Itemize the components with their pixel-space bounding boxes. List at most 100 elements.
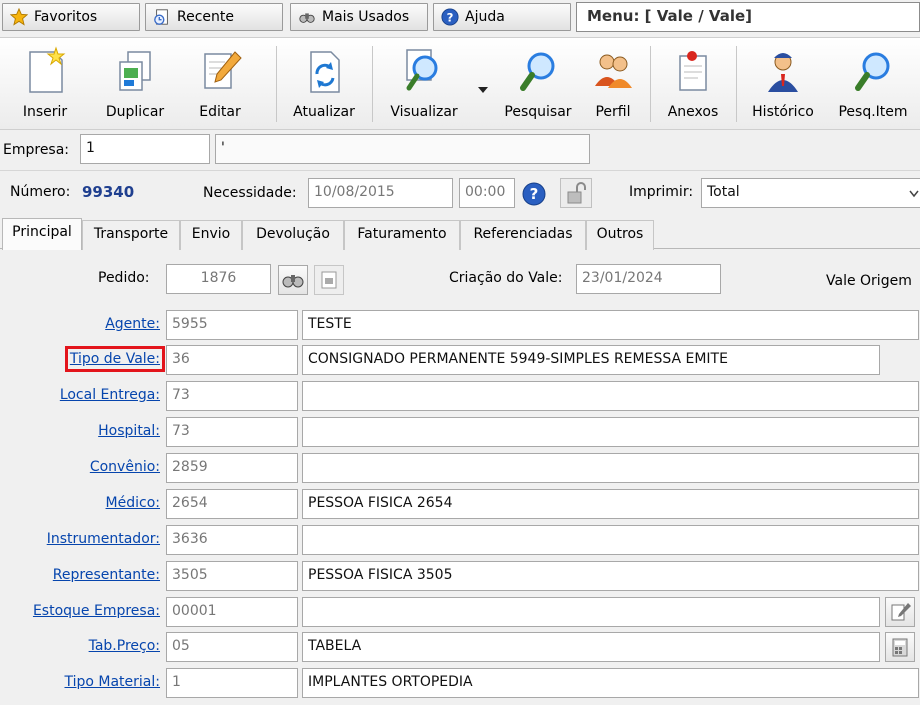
hospital-link[interactable]: Hospital:	[98, 423, 160, 439]
representante-code-input[interactable]: 3505	[166, 561, 298, 591]
atualizar-button[interactable]: Atualizar	[288, 42, 360, 126]
medico-link[interactable]: Médico:	[106, 495, 160, 511]
anexos-label: Anexos	[667, 104, 719, 120]
anexos-button[interactable]: Anexos	[660, 42, 726, 126]
visualizar-dropdown[interactable]	[478, 82, 488, 97]
atualizar-label: Atualizar	[293, 104, 355, 120]
tipo-de-vale-description-field: CONSIGNADO PERMANENTE 5949-SIMPLES REMES…	[302, 345, 880, 375]
perfil-button[interactable]: Perfil	[588, 42, 638, 126]
imprimir-select[interactable]: Total	[701, 178, 920, 208]
top-bar: Favoritos Recente Mais Usados ? Ajuda Me…	[0, 0, 920, 36]
ajuda-label: Ajuda	[465, 9, 505, 25]
toolbar: Inserir Duplicar Editar Atualizar Visual…	[0, 37, 920, 130]
empresa-code-input[interactable]: 1	[80, 134, 210, 164]
tab-envio[interactable]: Envio	[180, 220, 242, 250]
historico-button[interactable]: Histórico	[746, 42, 820, 126]
estoque-empresa-description-field	[302, 597, 880, 627]
favoritos-button[interactable]: Favoritos	[2, 3, 140, 31]
pesquisar-label: Pesquisar	[504, 104, 572, 120]
history-person-icon	[768, 53, 798, 92]
tabela-preco-button[interactable]	[885, 632, 915, 662]
estoque-edit-button[interactable]	[885, 597, 915, 627]
new-document-icon	[29, 46, 66, 93]
agente-code-input[interactable]: 5955	[166, 310, 298, 340]
pedido-input[interactable]: 1876	[166, 264, 271, 294]
vale-origem-label: Vale Origem	[826, 273, 912, 289]
tipo-material-code-input[interactable]: 1	[166, 668, 298, 698]
necessidade-date-input[interactable]: 10/08/2015	[308, 178, 453, 208]
agente-description-field: TESTE	[302, 310, 919, 340]
tab-devolucao[interactable]: Devolução	[242, 220, 344, 250]
binoculars-icon	[282, 275, 304, 288]
empresa-name-field: '	[215, 134, 590, 164]
tab-preco-link[interactable]: Tab.Preço:	[89, 638, 160, 654]
tab-outros[interactable]: Outros	[586, 220, 654, 250]
convenio-code-input[interactable]: 2859	[166, 453, 298, 483]
search-icon	[520, 52, 555, 91]
edit-icon	[204, 51, 242, 89]
tab-faturamento[interactable]: Faturamento	[344, 220, 460, 250]
imprimir-label: Imprimir:	[629, 184, 694, 200]
local-entrega-link[interactable]: Local Entrega:	[60, 387, 160, 403]
estoque-empresa-link[interactable]: Estoque Empresa:	[33, 603, 160, 619]
attachment-icon	[679, 51, 707, 91]
pesq-item-label: Pesq.Item	[838, 104, 908, 120]
estoque-empresa-code-input[interactable]: 00001	[166, 597, 298, 627]
chevron-down-icon	[909, 190, 919, 198]
visualizar-button[interactable]: Visualizar	[385, 42, 463, 126]
numero-value: 99340	[82, 183, 135, 201]
toolbar-separator	[372, 46, 373, 122]
tipo-de-vale-link[interactable]: Tipo de Vale:	[64, 346, 166, 372]
users-icon	[595, 54, 632, 88]
tipo-material-link[interactable]: Tipo Material:	[64, 674, 160, 690]
recente-button[interactable]: Recente	[145, 3, 283, 31]
instrumentador-description-field	[302, 525, 919, 555]
tab-preco-description-field: TABELA	[302, 632, 880, 662]
mais-usados-label: Mais Usados	[322, 9, 410, 25]
inserir-button[interactable]: Inserir	[14, 42, 76, 126]
pedido-search-button[interactable]	[278, 265, 308, 295]
tab-transporte[interactable]: Transporte	[82, 220, 180, 250]
star-icon	[10, 8, 28, 26]
recente-label: Recente	[177, 9, 234, 25]
hospital-code-input[interactable]: 73	[166, 417, 298, 447]
editar-button[interactable]: Editar	[190, 42, 250, 126]
hospital-description-field	[302, 417, 919, 447]
lock-button[interactable]	[560, 178, 592, 208]
tab-preco-code-input[interactable]: 05	[166, 632, 298, 662]
empresa-label: Empresa:	[3, 142, 70, 158]
local-entrega-code-input[interactable]: 73	[166, 381, 298, 411]
help-button[interactable]: ?	[522, 182, 546, 210]
editar-label: Editar	[199, 104, 241, 120]
menu-title: Menu: [ Vale / Vale]	[576, 2, 920, 32]
ajuda-button[interactable]: ? Ajuda	[433, 3, 571, 31]
historico-label: Histórico	[752, 104, 814, 120]
pedido-open-button[interactable]	[314, 265, 344, 295]
mais-usados-button[interactable]: Mais Usados	[290, 3, 428, 31]
tab-bar: Principal Transporte Envio Devolução Fat…	[0, 218, 920, 250]
representante-link[interactable]: Representante:	[53, 567, 160, 583]
duplicar-label: Duplicar	[105, 104, 165, 120]
visualizar-label: Visualizar	[390, 104, 458, 120]
tab-referenciadas[interactable]: Referenciadas	[460, 220, 586, 250]
header-row: Número: 99340 Necessidade: 10/08/2015 00…	[0, 170, 920, 216]
convenio-link[interactable]: Convênio:	[90, 459, 160, 475]
medico-description-field: PESSOA FISICA 2654	[302, 489, 919, 519]
agente-link[interactable]: Agente:	[105, 316, 160, 332]
tab-principal[interactable]: Principal	[2, 218, 82, 250]
instrumentador-link[interactable]: Instrumentador:	[47, 531, 160, 547]
recent-doc-icon	[154, 9, 168, 25]
representante-description-field: PESSOA FISICA 3505	[302, 561, 919, 591]
necessidade-time-input[interactable]: 00:00	[459, 178, 515, 208]
tipo-de-vale-code-input[interactable]: 36	[166, 345, 298, 375]
favoritos-label: Favoritos	[34, 9, 98, 25]
pesquisar-button[interactable]: Pesquisar	[500, 42, 576, 126]
duplicate-icon	[119, 51, 151, 91]
instrumentador-code-input[interactable]: 3636	[166, 525, 298, 555]
pesq-item-button[interactable]: Pesq.Item	[830, 42, 916, 126]
pedido-label: Pedido:	[98, 270, 150, 286]
duplicar-button[interactable]: Duplicar	[100, 42, 170, 126]
medico-code-input[interactable]: 2654	[166, 489, 298, 519]
criacao-input: 23/01/2024	[576, 264, 721, 294]
chevron-down-icon	[478, 87, 488, 93]
